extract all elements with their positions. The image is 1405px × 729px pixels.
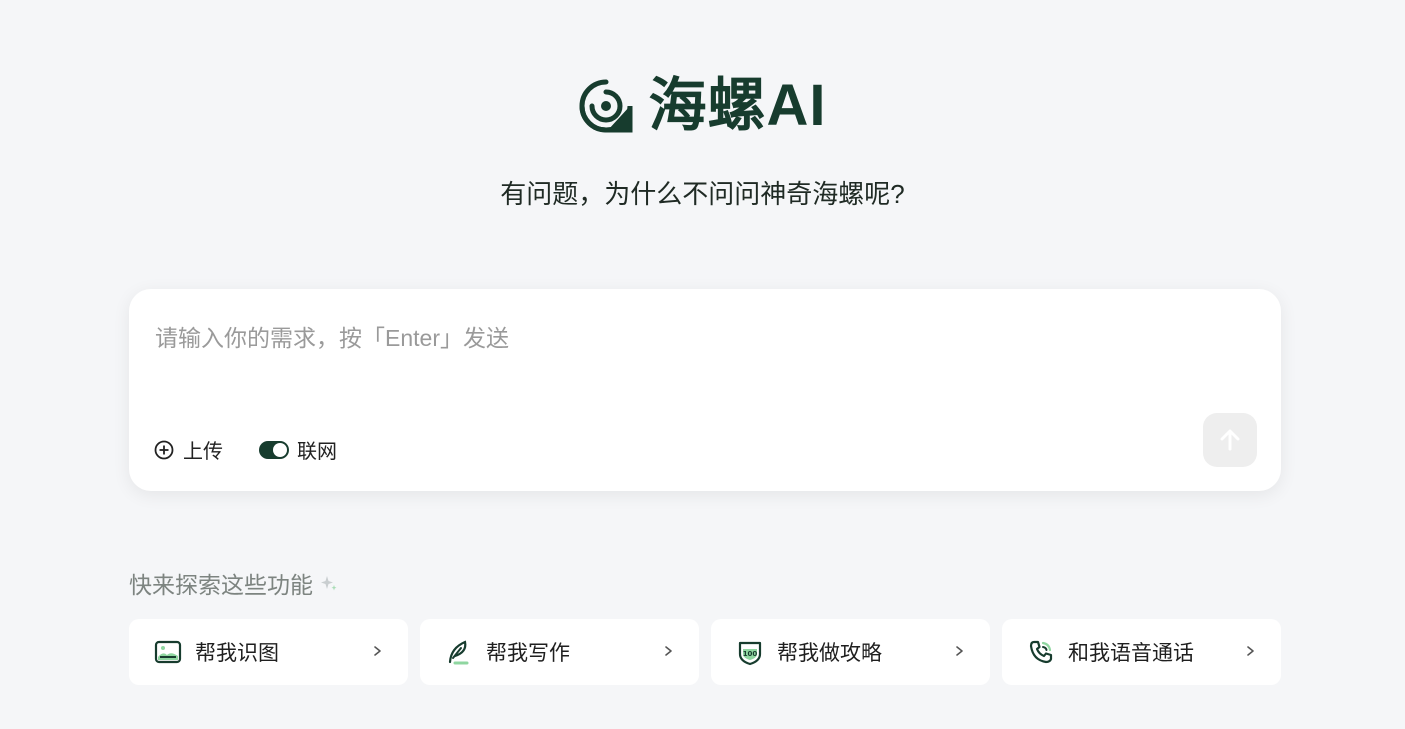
toggle-knob bbox=[273, 442, 287, 457]
image-icon bbox=[153, 637, 183, 667]
chevron-right-icon bbox=[1247, 646, 1254, 656]
tagline: 有问题，为什么不问问神奇海螺呢? bbox=[500, 179, 905, 209]
feature-list: 帮我识图 帮我写作 100 帮我做攻略 和我语音通话 bbox=[129, 619, 1281, 685]
web-search-label: 联网 bbox=[297, 441, 337, 463]
feature-card-image-recognition[interactable]: 帮我识图 bbox=[129, 619, 408, 685]
explore-heading: 快来探索这些功能 bbox=[129, 566, 339, 600]
arrow-up-icon bbox=[1220, 429, 1240, 451]
composer-tools: 上传 联网 bbox=[153, 435, 337, 464]
quill-icon bbox=[444, 637, 474, 667]
composer-card: 上传 联网 bbox=[129, 289, 1281, 491]
upload-label: 上传 bbox=[183, 441, 223, 463]
phone-call-icon bbox=[1026, 637, 1056, 667]
svg-text:100: 100 bbox=[743, 650, 758, 658]
brand-name: 海螺AI bbox=[648, 73, 827, 138]
toggle-switch[interactable] bbox=[259, 440, 289, 459]
prompt-input[interactable] bbox=[153, 317, 1257, 381]
send-button[interactable] bbox=[1203, 413, 1257, 467]
chevron-right-icon bbox=[665, 646, 672, 656]
feature-label: 帮我做攻略 bbox=[777, 642, 882, 665]
feature-card-writing[interactable]: 帮我写作 bbox=[420, 619, 699, 685]
page: 海螺AI 有问题，为什么不问问神奇海螺呢? 上传 联网 bbox=[0, 0, 1405, 729]
explore-title-text: 快来探索这些功能 bbox=[129, 572, 313, 598]
feature-card-guide[interactable]: 100 帮我做攻略 bbox=[711, 619, 990, 685]
sparkle-icon bbox=[321, 576, 337, 591]
chevron-right-icon bbox=[374, 646, 381, 656]
feature-label: 帮我识图 bbox=[195, 642, 279, 665]
snail-shell-logo-icon bbox=[579, 79, 633, 133]
feature-label: 帮我写作 bbox=[486, 642, 570, 665]
web-search-toggle[interactable]: 联网 bbox=[259, 435, 337, 464]
feature-card-voice-call[interactable]: 和我语音通话 bbox=[1002, 619, 1281, 685]
guide-badge-icon: 100 bbox=[735, 637, 765, 667]
upload-button[interactable]: 上传 bbox=[153, 435, 223, 464]
feature-label: 和我语音通话 bbox=[1068, 642, 1194, 665]
chevron-right-icon bbox=[956, 646, 963, 656]
logo: 海螺AI bbox=[0, 76, 1405, 136]
plus-circle-icon bbox=[154, 440, 174, 459]
